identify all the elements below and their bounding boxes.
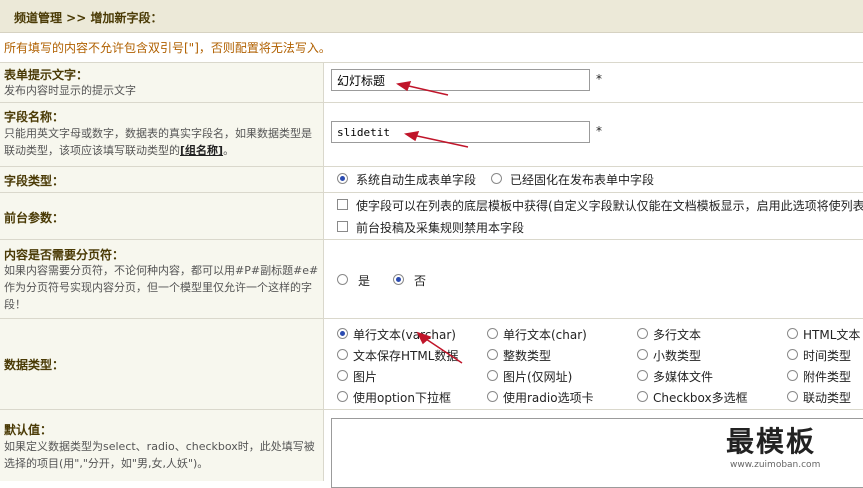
arrow-title-input-head [396,81,412,92]
arrow-data-type-head [416,331,432,345]
arrow-name-input-head [404,131,420,142]
annotation-arrows [396,81,469,364]
